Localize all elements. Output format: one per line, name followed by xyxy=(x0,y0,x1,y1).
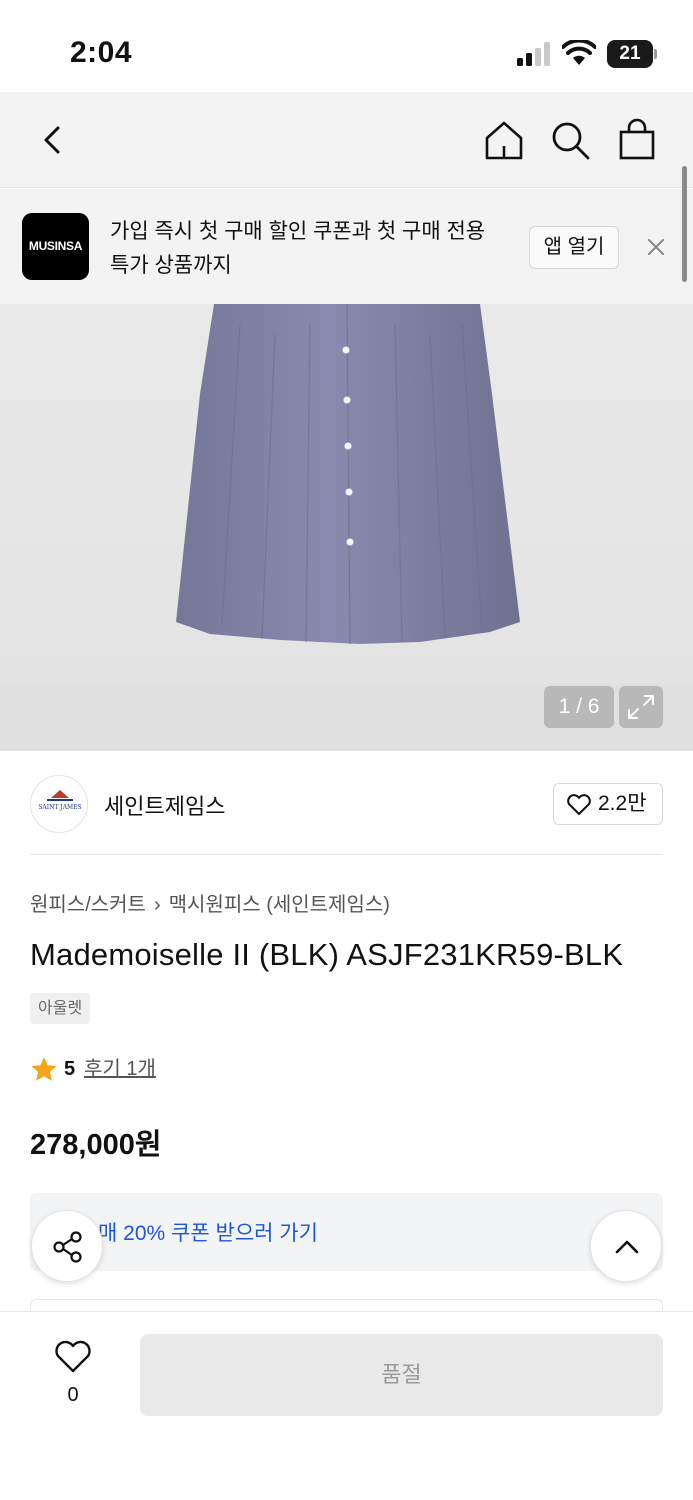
musinsa-logo: MUSINSA xyxy=(22,213,89,280)
wifi-icon xyxy=(562,40,596,65)
breadcrumb-category[interactable]: 원피스/스커트 xyxy=(30,894,146,916)
brand-like-count: 2.2만 xyxy=(598,792,647,815)
battery-icon: 21 xyxy=(607,40,657,68)
product-image-gallery[interactable]: 1 / 6 xyxy=(0,304,693,751)
image-counter: 1 / 6 xyxy=(544,686,614,728)
back-chevron-icon[interactable] xyxy=(30,116,78,164)
brand-like-button[interactable]: 2.2만 xyxy=(553,783,663,825)
open-app-button[interactable]: 앱 열기 xyxy=(529,226,619,269)
status-bar: 2:04 21 xyxy=(0,0,693,92)
shopping-bag-icon[interactable] xyxy=(613,116,661,164)
share-icon xyxy=(53,1231,82,1263)
cellular-signal-icon xyxy=(517,42,550,66)
bottom-action-bar: 0 품절 xyxy=(0,1311,693,1500)
top-nav-bar xyxy=(0,92,693,188)
scrollbar[interactable] xyxy=(682,166,687,282)
coupon-text[interactable]: 매 20% 쿠폰 받으러 가기 xyxy=(98,1217,318,1247)
chevron-right-icon: › xyxy=(153,894,161,916)
scroll-to-top-button[interactable] xyxy=(590,1210,662,1282)
outlet-tag: 아울렛 xyxy=(30,993,91,1024)
search-icon[interactable] xyxy=(546,116,594,164)
product-price: 278,000원 xyxy=(30,1129,162,1161)
breadcrumb-subcategory[interactable]: 맥시원피스 (세인트제임스) xyxy=(169,894,390,916)
rating-score: 5 xyxy=(64,1058,76,1080)
wishlist-count: 0 xyxy=(67,1384,79,1406)
breadcrumb: 원피스/스커트 › 맥시원피스 (세인트제임스) xyxy=(30,888,390,917)
review-link[interactable]: 후기 1개 xyxy=(84,1054,156,1084)
close-icon[interactable] xyxy=(642,233,670,261)
coupon-banner[interactable]: 매 20% 쿠폰 받으러 가기 xyxy=(30,1193,663,1271)
star-icon xyxy=(31,1057,57,1081)
chevron-up-icon xyxy=(615,1240,639,1254)
saint-james-logo: SAINT JAMES xyxy=(38,790,82,811)
brand-row: SAINT JAMES 세인트제임스 2.2만 xyxy=(30,775,663,855)
app-install-banner: MUSINSA 가입 즉시 첫 구매 할인 쿠폰과 첫 구매 전용 특가 상품까… xyxy=(0,189,693,304)
banner-message: 가입 즉시 첫 구매 할인 쿠폰과 첫 구매 전용 특가 상품까지 xyxy=(110,220,486,277)
sold-out-button[interactable]: 품절 xyxy=(140,1334,663,1416)
heart-icon xyxy=(567,794,591,815)
expand-icon xyxy=(628,695,654,719)
svg-text:SAINT JAMES: SAINT JAMES xyxy=(38,804,81,811)
expand-button[interactable] xyxy=(619,686,663,728)
product-title: Mademoiselle II (BLK) ASJF231KR59-BLK xyxy=(30,937,624,972)
home-icon[interactable] xyxy=(480,116,528,164)
heart-outline-icon xyxy=(55,1340,91,1373)
product-image xyxy=(176,304,520,645)
share-button[interactable] xyxy=(31,1210,103,1282)
status-time: 2:04 xyxy=(70,36,133,69)
brand-logo[interactable]: SAINT JAMES xyxy=(30,775,88,833)
wishlist-button[interactable]: 0 xyxy=(50,1336,96,1426)
battery-level: 21 xyxy=(607,40,653,68)
brand-name[interactable]: 세인트제임스 xyxy=(104,789,225,821)
